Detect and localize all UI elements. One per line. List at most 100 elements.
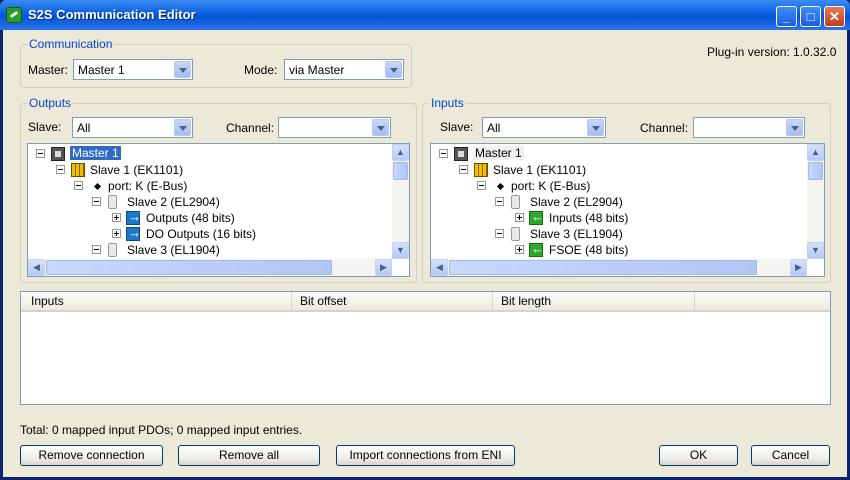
expand-icon[interactable] <box>112 229 121 238</box>
terminal-icon <box>511 195 520 209</box>
master-select[interactable]: Master 1 <box>73 59 193 80</box>
port-icon <box>93 182 102 191</box>
scroll-thumb[interactable] <box>393 162 408 180</box>
maximize-button[interactable]: □ <box>800 6 821 27</box>
tree-node-label: Slave 1 (EK1101) <box>493 163 587 177</box>
inputs-vertical-scrollbar[interactable]: ▲ ▼ <box>807 144 824 259</box>
scroll-left-icon[interactable]: ◀ <box>431 259 448 276</box>
collapse-icon[interactable] <box>495 229 504 238</box>
chevron-down-icon[interactable] <box>372 119 389 136</box>
scroll-down-icon[interactable]: ▼ <box>392 242 409 259</box>
remove-connection-button[interactable]: Remove connection <box>20 445 163 466</box>
output-arrow-icon <box>126 209 141 225</box>
inputs-channel-label: Channel: <box>640 121 689 135</box>
dialog-window: S2S Communication Editor _ □ ✕ Communica… <box>0 0 850 480</box>
outputs-slave-select[interactable]: All <box>72 117 193 138</box>
chevron-down-icon[interactable] <box>587 119 604 136</box>
collapse-icon[interactable] <box>477 181 486 190</box>
tree-node-label: Inputs (48 bits) <box>549 211 629 225</box>
mode-select-value: via Master <box>289 63 345 77</box>
expand-icon[interactable] <box>515 245 524 254</box>
maximize-icon: □ <box>806 9 815 24</box>
outputs-slave-value: All <box>77 121 91 135</box>
scroll-up-icon[interactable]: ▲ <box>392 144 409 161</box>
collapse-icon[interactable] <box>92 197 101 206</box>
collapse-icon[interactable] <box>495 197 504 206</box>
chevron-down-icon[interactable] <box>174 119 191 136</box>
inputs-channel-select[interactable] <box>693 117 805 138</box>
chevron-down-icon[interactable] <box>174 61 191 78</box>
import-eni-button[interactable]: Import connections from ENI <box>336 445 515 466</box>
outputs-channel-select[interactable] <box>278 117 391 138</box>
collapse-icon[interactable] <box>36 149 45 158</box>
master-device-icon <box>454 147 468 161</box>
column-header-bit-length[interactable]: Bit length <box>493 292 695 312</box>
scroll-thumb[interactable] <box>449 260 757 275</box>
dialog-client: Communication Master: Master 1 Mode: via… <box>3 30 847 477</box>
expand-icon[interactable] <box>515 213 524 222</box>
mapping-table[interactable]: Inputs Bit offset Bit length <box>20 291 831 405</box>
tree-node-label: Master 1 <box>473 146 524 160</box>
scroll-right-icon[interactable]: ▶ <box>375 259 392 276</box>
inputs-tree[interactable]: Master 1 Slave 1 (EK1101) port: K (E-Bus… <box>430 143 825 277</box>
collapse-icon[interactable] <box>459 165 468 174</box>
outputs-channel-label: Channel: <box>226 121 275 135</box>
inputs-horizontal-scrollbar[interactable]: ◀ ▶ <box>431 259 807 276</box>
scroll-thumb[interactable] <box>46 260 332 275</box>
remove-all-button[interactable]: Remove all <box>178 445 320 466</box>
minimize-button[interactable]: _ <box>776 6 797 27</box>
outputs-slave-label: Slave: <box>28 120 62 134</box>
collapse-icon[interactable] <box>74 181 83 190</box>
tree-node-label: Outputs (48 bits) <box>146 211 235 225</box>
column-header-inputs[interactable]: Inputs <box>21 292 292 312</box>
output-arrow-icon <box>126 225 141 241</box>
inputs-legend: Inputs <box>429 96 466 110</box>
title-bar[interactable]: S2S Communication Editor _ □ ✕ <box>0 0 850 30</box>
app-icon <box>6 7 22 23</box>
outputs-legend: Outputs <box>27 96 74 110</box>
outputs-horizontal-scrollbar[interactable]: ◀ ▶ <box>28 259 392 276</box>
outputs-vertical-scrollbar[interactable]: ▲ ▼ <box>392 144 409 259</box>
chevron-down-icon[interactable] <box>786 119 803 136</box>
collapse-icon[interactable] <box>56 165 65 174</box>
terminal-icon <box>108 195 117 209</box>
inputs-slave-label: Slave: <box>440 120 474 134</box>
table-header: Inputs Bit offset Bit length <box>21 292 830 312</box>
collapse-icon[interactable] <box>92 245 101 254</box>
close-button[interactable]: ✕ <box>824 6 845 27</box>
terminal-icon <box>511 227 520 241</box>
master-select-value: Master 1 <box>78 63 125 77</box>
coupler-icon <box>71 163 85 177</box>
tree-node-label: Slave 3 (EL1904) <box>530 227 623 241</box>
inputs-slave-select[interactable]: All <box>482 117 606 138</box>
scroll-down-icon[interactable]: ▼ <box>807 242 824 259</box>
scroll-left-icon[interactable]: ◀ <box>28 259 45 276</box>
scroll-right-icon[interactable]: ▶ <box>790 259 807 276</box>
coupler-icon <box>474 163 488 177</box>
tree-node-label: port: K (E-Bus) <box>511 179 591 193</box>
tree-node-label: Slave 2 (EL2904) <box>127 195 220 209</box>
outputs-tree[interactable]: Master 1 Slave 1 (EK1101) port: K (E-Bus… <box>27 143 410 277</box>
communication-legend: Communication <box>27 37 115 51</box>
mode-select[interactable]: via Master <box>284 59 404 80</box>
tree-node-label: FSOE (48 bits) <box>549 243 629 257</box>
tree-node-label: DO Outputs (16 bits) <box>146 227 257 241</box>
tree-node-label: Slave 1 (EK1101) <box>90 163 184 177</box>
status-total: Total: 0 mapped input PDOs; 0 mapped inp… <box>20 423 303 437</box>
master-device-icon <box>51 147 65 161</box>
scroll-thumb[interactable] <box>808 162 823 180</box>
expand-icon[interactable] <box>112 213 121 222</box>
port-icon <box>496 182 505 191</box>
column-header-bit-offset[interactable]: Bit offset <box>292 292 493 312</box>
outputs-group: Outputs Slave: All Channel: Master 1 Sla… <box>20 96 417 283</box>
chevron-down-icon[interactable] <box>385 61 402 78</box>
window-title: S2S Communication Editor <box>28 7 196 22</box>
ok-button[interactable]: OK <box>659 445 738 466</box>
collapse-icon[interactable] <box>439 149 448 158</box>
plugin-version: Plug-in version: 1.0.32.0 <box>707 45 837 59</box>
communication-group: Communication Master: Master 1 Mode: via… <box>20 37 412 88</box>
scroll-up-icon[interactable]: ▲ <box>807 144 824 161</box>
tree-node-label: Slave 2 (EL2904) <box>530 195 623 209</box>
cancel-button[interactable]: Cancel <box>751 445 830 466</box>
tree-node-label: port: K (E-Bus) <box>108 179 188 193</box>
